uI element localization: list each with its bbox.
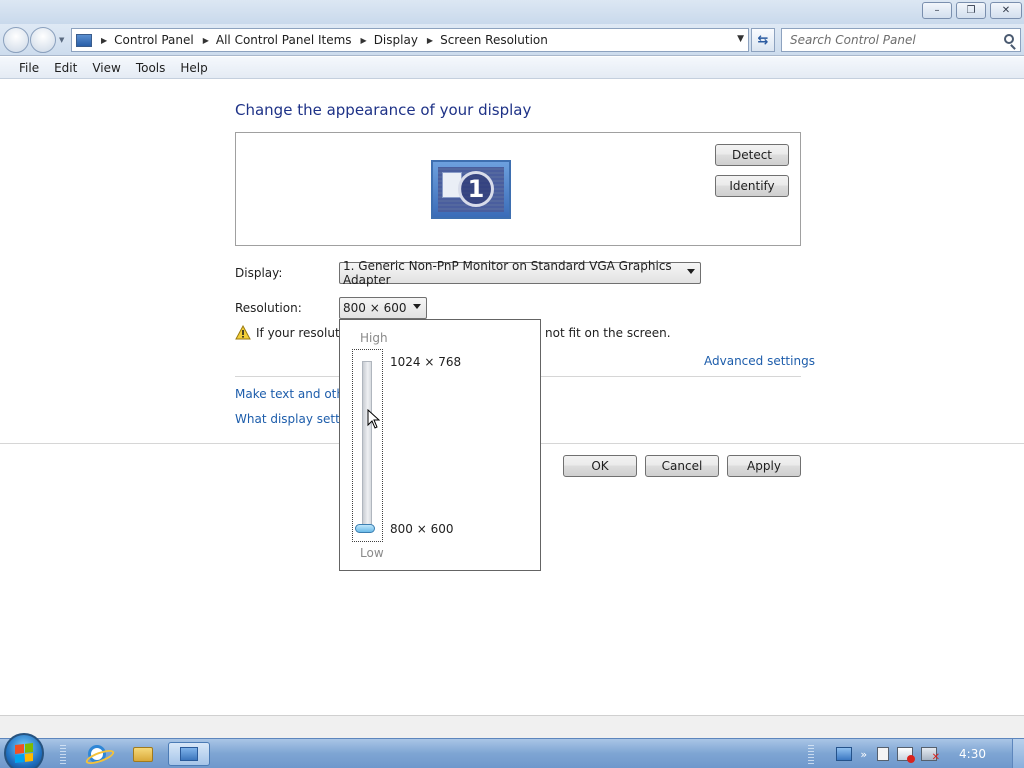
- forward-button[interactable]: [30, 27, 56, 53]
- slider-thumb[interactable]: [355, 524, 375, 533]
- mouse-cursor-icon: [367, 409, 380, 429]
- chevron-down-icon: [687, 269, 695, 274]
- clock[interactable]: 4:30: [959, 747, 986, 761]
- identify-button[interactable]: Identify: [715, 175, 789, 197]
- search-box: [781, 28, 1021, 52]
- window-controls: – ❐ ✕: [922, 2, 1024, 19]
- detect-button[interactable]: Detect: [715, 144, 789, 166]
- internet-explorer-icon: [88, 745, 106, 763]
- breadcrumb-arrow-icon[interactable]: ▶: [203, 36, 209, 45]
- slider-high-label: High: [360, 331, 388, 345]
- close-button[interactable]: ✕: [990, 2, 1022, 19]
- taskbar: » ✕ 4:30: [0, 733, 1024, 768]
- ok-button[interactable]: OK: [563, 455, 637, 477]
- breadcrumb-arrow-icon[interactable]: ▶: [101, 36, 107, 45]
- page-title: Change the appearance of your display: [235, 101, 532, 119]
- breadcrumb-all-items[interactable]: All Control Panel Items: [216, 33, 352, 47]
- system-tray: » ✕ 4:30: [836, 739, 1024, 768]
- show-desktop-button[interactable]: [1012, 739, 1024, 768]
- menu-edit[interactable]: Edit: [54, 61, 77, 75]
- warning-icon: [235, 325, 251, 340]
- display-select[interactable]: 1. Generic Non-PnP Monitor on Standard V…: [339, 259, 701, 287]
- document-icon[interactable]: [877, 747, 890, 761]
- monitor-screen: 1: [438, 167, 504, 212]
- taskbar-internet-explorer[interactable]: [80, 742, 114, 766]
- address-dropdown-icon[interactable]: ▼: [737, 34, 744, 44]
- search-icon[interactable]: [1004, 34, 1014, 44]
- resolution-slider[interactable]: [352, 349, 383, 542]
- monitor-number: 1: [458, 171, 494, 207]
- network-disconnected-icon[interactable]: [897, 747, 916, 763]
- address-field[interactable]: ▶ Control Panel ▶ All Control Panel Items …: [71, 28, 749, 52]
- slider-track[interactable]: [362, 361, 372, 529]
- breadcrumb-display[interactable]: Display: [374, 33, 418, 47]
- breadcrumb-screen-resolution[interactable]: Screen Resolution: [440, 33, 548, 47]
- minimize-button[interactable]: –: [922, 2, 952, 19]
- close-icon: ✕: [1001, 5, 1011, 16]
- resolution-label: Resolution:: [235, 301, 302, 315]
- slider-low-label: Low: [360, 546, 384, 560]
- taskbar-grip[interactable]: [60, 744, 66, 764]
- restore-icon: ❐: [966, 5, 976, 16]
- display-select-value: 1. Generic Non-PnP Monitor on Standard V…: [343, 259, 672, 287]
- resolution-select-value: 800 × 600: [343, 301, 407, 315]
- resolution-option-1024x768[interactable]: 1024 × 768: [390, 355, 461, 369]
- taskbar-control-panel[interactable]: [168, 742, 210, 766]
- warning-text-end: not fit on the screen.: [545, 326, 671, 340]
- control-panel-icon: [180, 747, 198, 761]
- title-bar: – ❐ ✕: [0, 0, 1024, 24]
- resolution-dropdown-popup: High 1024 × 768 800 × 600 Low: [339, 319, 541, 571]
- display-label: Display:: [235, 266, 283, 280]
- monitor-arrangement-panel: 1 Detect Identify: [235, 132, 801, 246]
- back-button[interactable]: [3, 27, 29, 53]
- tray-grip[interactable]: [808, 744, 814, 764]
- advanced-settings-link[interactable]: Advanced settings: [704, 354, 815, 368]
- taskbar-windows-explorer[interactable]: [126, 742, 160, 766]
- monitor-1-icon[interactable]: 1: [431, 160, 511, 219]
- window-bottom-edge: [0, 715, 1024, 738]
- control-panel-icon: [76, 33, 92, 47]
- refresh-button[interactable]: ⇆: [751, 28, 775, 52]
- minimize-icon: –: [934, 5, 940, 16]
- breadcrumb-arrow-icon[interactable]: ▶: [427, 36, 433, 45]
- breadcrumb-control-panel[interactable]: Control Panel: [114, 33, 194, 47]
- breadcrumb-arrow-icon[interactable]: ▶: [361, 36, 367, 45]
- chevron-down-icon: [413, 304, 421, 309]
- menu-help[interactable]: Help: [180, 61, 207, 75]
- speaker-muted-icon[interactable]: ✕: [921, 747, 940, 763]
- desktop-toolbar-icon[interactable]: [836, 747, 853, 761]
- refresh-icon: ⇆: [757, 32, 769, 48]
- recent-pages-icon[interactable]: ▼: [59, 36, 64, 44]
- start-button[interactable]: [4, 733, 44, 768]
- folder-icon: [133, 746, 153, 762]
- resolution-option-800x600[interactable]: 800 × 600: [390, 522, 454, 536]
- maximize-button[interactable]: ❐: [956, 2, 986, 19]
- search-input[interactable]: [782, 29, 992, 51]
- tray-expand-icon[interactable]: »: [860, 748, 867, 761]
- warning-text-start: If your resolutio: [256, 326, 351, 340]
- menu-bar: File Edit View Tools Help: [0, 57, 1024, 79]
- windows-logo-icon: [15, 743, 33, 763]
- menu-file[interactable]: File: [19, 61, 39, 75]
- address-bar: ▼ ▶ Control Panel ▶ All Control Panel Item…: [0, 24, 1024, 56]
- cancel-button[interactable]: Cancel: [645, 455, 719, 477]
- menu-view[interactable]: View: [92, 61, 120, 75]
- menu-tools[interactable]: Tools: [136, 61, 166, 75]
- apply-button[interactable]: Apply: [727, 455, 801, 477]
- resolution-select[interactable]: 800 × 600: [339, 297, 427, 319]
